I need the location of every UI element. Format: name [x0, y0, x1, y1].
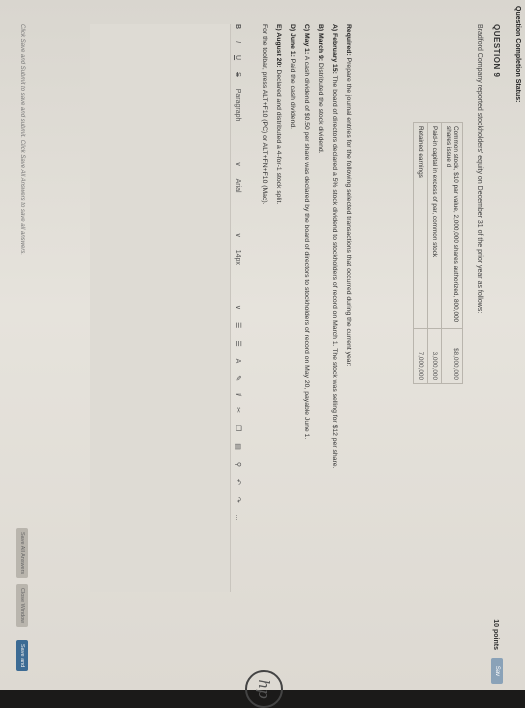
strikethrough-button[interactable]: S	[235, 72, 242, 77]
list-item: C) May 1: A cash dividend of $0.50 per s…	[299, 24, 313, 584]
list-item: B) March 9: Distributed the stock divide…	[313, 24, 327, 584]
table-row: Common stock, $10 par value, 2,000,000 s…	[441, 122, 463, 384]
more-button[interactable]: ...	[235, 515, 242, 521]
save-and-submit-button[interactable]: Save and	[16, 640, 28, 672]
item-text: Paid the cash dividend.	[289, 58, 296, 130]
required-heading: Required: Prepare the journal entries fo…	[341, 24, 355, 584]
screen: Question Completion Status: QUESTION 9 1…	[0, 0, 525, 690]
item-text: For the toolbar, press ALT+F10 (PC) or A…	[261, 24, 268, 205]
paste-icon[interactable]: ▤	[234, 443, 242, 450]
list-item: E) August 20: Declared and distributed a…	[271, 24, 285, 584]
cut-icon[interactable]: ✂	[234, 407, 242, 413]
equity-table: Common stock, $10 par value, 2,000,000 s…	[413, 122, 463, 384]
item-key: C) May 1:	[303, 24, 310, 55]
required-text: Prepare the journal entries for the foll…	[345, 57, 352, 367]
points-label: 10 points	[492, 619, 499, 650]
bold-button[interactable]: B	[235, 24, 242, 29]
equity-value: 7,000,000	[413, 328, 428, 384]
item-key: A) February 15:	[331, 24, 338, 74]
table-row: Paid-in capital in excess of par, common…	[427, 122, 442, 384]
item-text: The board of directors declared a 5% sto…	[331, 75, 338, 469]
highlight-icon[interactable]: ✎	[234, 375, 242, 381]
item-key: B) March 9:	[317, 24, 324, 62]
equity-value: $8,000,000	[441, 328, 463, 384]
question-title: QUESTION 9	[492, 24, 501, 78]
item-text: Declared and distributed a 4-for-1 stock…	[275, 69, 282, 205]
chevron-down-icon: ∨	[234, 232, 241, 238]
item-text: Distributed the stock dividend.	[317, 62, 324, 154]
save-all-answers-button[interactable]: Save All Answers	[16, 528, 28, 579]
required-label: Required:	[345, 24, 352, 56]
editor-toolbar: B I U S Paragraph ∨ Arial ∨ 14px ∨ ☰ ☰ A…	[231, 24, 245, 584]
chevron-down-icon: ∨	[234, 161, 241, 167]
table-row: Retained earnings 7,000,000	[413, 122, 428, 384]
save-answer-button[interactable]: Sav	[491, 658, 503, 684]
underline-button[interactable]: U	[235, 55, 242, 60]
font-size-select[interactable]: 14px	[235, 250, 242, 265]
chevron-down-icon: ∨	[234, 304, 241, 311]
item-key: E) August 20:	[275, 24, 282, 68]
redo-icon[interactable]: ↷	[234, 497, 242, 503]
question-intro: Bradford Company reported stockholders' …	[476, 24, 483, 314]
bullet-list-icon[interactable]: ☰	[234, 322, 242, 328]
answer-editor[interactable]	[90, 24, 231, 592]
copy-icon[interactable]: ❐	[234, 425, 242, 431]
equity-label: Common stock, $10 par value, 2,000,000 s…	[441, 122, 463, 329]
search-icon[interactable]: ⚲	[234, 462, 242, 467]
italic-button[interactable]: I	[235, 41, 242, 43]
completion-status-label: Question Completion Status:	[514, 6, 521, 103]
undo-icon[interactable]: ↶	[234, 479, 242, 485]
submit-hint: Click Save and Submit to save and submit…	[19, 24, 25, 255]
item-text: A cash dividend of $0.50 per share was d…	[303, 55, 310, 440]
paragraph-select[interactable]: Paragraph	[235, 89, 242, 122]
list-item: D) June 1: Paid the cash dividend.	[285, 24, 299, 584]
font-select[interactable]: Arial	[235, 179, 242, 193]
required-section: Required: Prepare the journal entries fo…	[257, 24, 355, 584]
toolbar-hint: For the toolbar, press ALT+F10 (PC) or A…	[257, 24, 271, 584]
list-item: A) February 15: The board of directors d…	[327, 24, 341, 584]
item-key: D) June 1:	[289, 24, 296, 57]
equity-value: 3,000,000	[427, 328, 442, 384]
close-window-button[interactable]: Close Window	[16, 584, 28, 628]
text-color-icon[interactable]: A	[235, 359, 242, 364]
equity-label: Paid-in capital in excess of par, common…	[427, 122, 442, 329]
numbered-list-icon[interactable]: ☰	[234, 340, 242, 346]
hp-logo: hp	[245, 670, 283, 708]
equity-label: Retained earnings	[413, 122, 428, 329]
clear-format-icon[interactable]: I̸	[235, 393, 242, 395]
